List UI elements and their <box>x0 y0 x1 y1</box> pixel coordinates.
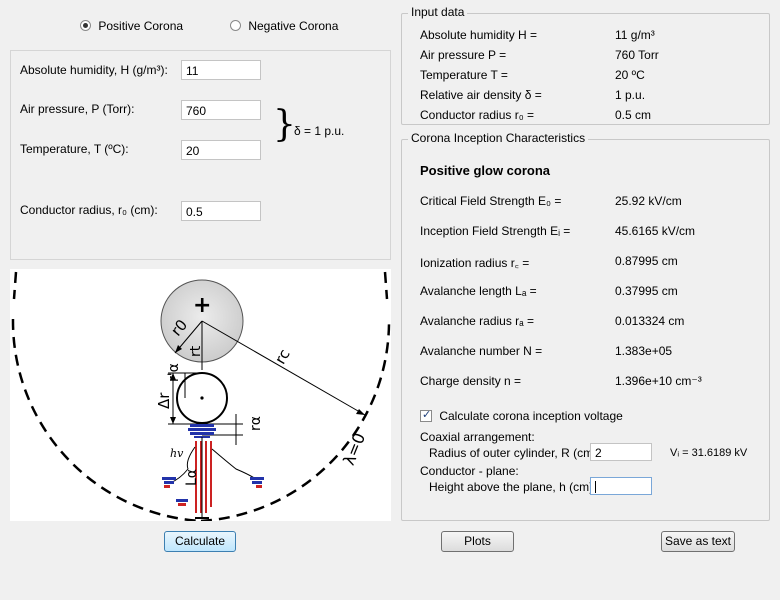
summary-radius-value: 0.5 cm <box>615 108 652 122</box>
positive-sign: + <box>193 293 211 318</box>
avalanche-length-label: Avalanche length Lₐ = <box>420 284 537 298</box>
delta-brace: } <box>273 104 296 145</box>
conductor-radius-input[interactable]: 0.5 <box>181 201 261 221</box>
avalanche-length-value: 0.37995 cm <box>615 284 678 298</box>
humidity-input[interactable]: 11 <box>181 60 261 80</box>
charge-density-label: Charge density n = <box>420 374 522 388</box>
rc-arrowhead <box>356 409 365 415</box>
secondary-avalanche-left <box>162 477 176 488</box>
inception-field-label: Inception Field Strength Eᵢ = <box>420 224 571 238</box>
ral-label: r'α <box>166 363 182 382</box>
outer-radius-input[interactable]: 2 <box>590 443 652 461</box>
avalanche-radius-label: Avalanche radius rₐ = <box>420 314 534 328</box>
summary-radius-label: Conductor radius r₀ = <box>420 108 535 122</box>
text-cursor <box>595 481 596 493</box>
temperature-input[interactable]: 20 <box>181 140 261 160</box>
positive-corona-radio[interactable]: Positive Corona <box>80 19 183 33</box>
inception-field-value: 45.6165 kV/cm <box>615 224 696 238</box>
corona-type-heading: Positive glow corona <box>420 163 551 178</box>
calculate-voltage-label: Calculate corona inception voltage <box>439 409 623 423</box>
plots-button[interactable]: Plots <box>441 531 514 552</box>
characteristics-title: Corona Inception Characteristics <box>408 131 589 145</box>
hv-label: hv <box>170 447 184 460</box>
corona-characteristics-group: Corona Inception Characteristics Positiv… <box>401 131 770 521</box>
conductor-radius-label: Conductor radius, r₀ (cm): <box>20 203 158 217</box>
summary-density-value: 1 p.u. <box>615 88 646 102</box>
summary-humidity-value: 11 g/m³ <box>615 28 655 42</box>
corona-diagram-svg: + r0 rt rc Δr r'α rα Lα hv λ=0 <box>11 271 391 521</box>
positive-corona-label: Positive Corona <box>98 19 184 33</box>
summary-temperature-value: 20 ºC <box>615 68 645 82</box>
inception-voltage-result: Vᵢ = 31.6189 kV <box>670 447 748 459</box>
summary-pressure-label: Air pressure P = <box>420 48 507 62</box>
summary-humidity-label: Absolute humidity H = <box>420 28 538 42</box>
critical-field-label: Critical Field Strength E₀ = <box>420 194 562 208</box>
coaxial-arrangement-label: Coaxial arrangement: <box>420 430 535 444</box>
critical-field-value: 25.92 kV/cm <box>615 194 682 208</box>
ionization-radius-label: Ionization radius r꜀ = <box>420 256 530 270</box>
calculate-button[interactable]: Calculate <box>164 531 236 552</box>
outer-radius-label: Radius of outer cylinder, R (cm): <box>429 446 601 460</box>
calculate-voltage-checkbox[interactable]: Calculate corona inception voltage <box>420 408 623 423</box>
ra-label: rα <box>248 416 264 431</box>
temperature-label: Temperature, T (ºC): <box>20 142 129 156</box>
avalanche-center-dot <box>200 396 204 400</box>
summary-temperature-label: Temperature T = <box>420 68 508 82</box>
dr-label: Δr <box>155 392 173 409</box>
photon-path-right <box>211 448 257 480</box>
humidity-label: Absolute humidity, H (g/m³): <box>20 63 168 77</box>
avalanche-number-label: Avalanche number N = <box>420 344 543 358</box>
input-data-group: Input data Absolute humidity H = 11 g/m³… <box>401 5 770 125</box>
corona-diagram: + r0 rt rc Δr r'α rα Lα hv λ=0 <box>10 269 391 521</box>
input-data-title: Input data <box>408 5 468 19</box>
secondary-avalanche-right <box>250 477 264 488</box>
height-above-plane-label: Height above the plane, h (cm): <box>429 480 597 494</box>
summary-pressure-value: 760 Torr <box>615 48 659 62</box>
negative-corona-label: Negative Corona <box>248 19 339 33</box>
radio-indicator-positive[interactable] <box>80 20 91 31</box>
ionization-radius-value: 0.87995 cm <box>615 254 678 268</box>
rt-label: rt <box>188 345 204 357</box>
conductor-plane-label: Conductor - plane: <box>420 464 519 478</box>
pressure-label: Air pressure, P (Torr): <box>20 102 135 116</box>
save-as-text-button[interactable]: Save as text <box>661 531 735 552</box>
negative-corona-radio[interactable]: Negative Corona <box>230 19 338 33</box>
rc-label: rc <box>271 346 294 367</box>
avalanche-number-value: 1.383e+05 <box>615 344 673 358</box>
summary-density-label: Relative air density δ = <box>420 88 542 102</box>
boundary-tick-left <box>12 271 18 300</box>
checkbox-checked-icon[interactable] <box>420 408 432 422</box>
secondary-avalanche-bottom <box>176 499 188 506</box>
height-above-plane-input[interactable] <box>590 477 652 495</box>
electron-cloud <box>188 424 216 438</box>
charge-density-value: 1.396e+10 cm⁻³ <box>615 374 702 388</box>
relative-density-label: δ = 1 p.u. <box>294 124 345 138</box>
pressure-input[interactable]: 760 <box>181 100 261 120</box>
radio-indicator-negative[interactable] <box>230 20 241 31</box>
input-parameters-panel: Absolute humidity, H (g/m³): 11 Air pres… <box>10 50 391 260</box>
lambda-zero-label: λ=0 <box>339 430 369 468</box>
avalanche-radius-value: 0.013324 cm <box>615 314 685 328</box>
boundary-tick-right <box>383 271 389 300</box>
